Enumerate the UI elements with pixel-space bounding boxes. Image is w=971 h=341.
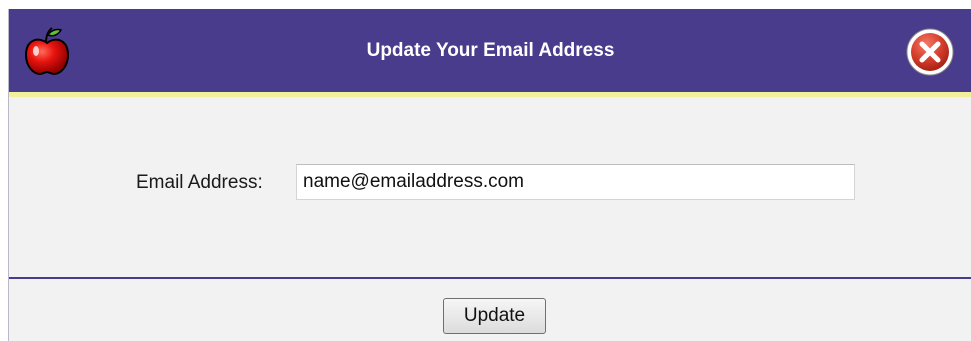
close-icon[interactable] [905, 27, 955, 77]
update-button[interactable]: Update [443, 298, 546, 334]
dialog-footer: Update [9, 279, 971, 341]
dialog-title: Update Your Email Address [366, 40, 615, 61]
title-bar: Update Your Email Address [9, 9, 971, 92]
update-email-dialog: Update Your Email Address Email Address:… [8, 9, 971, 341]
title-accent-bar [9, 92, 971, 97]
email-label: Email Address: [136, 172, 263, 193]
email-form-row: Email Address: [9, 164, 971, 200]
email-input[interactable] [296, 164, 855, 200]
